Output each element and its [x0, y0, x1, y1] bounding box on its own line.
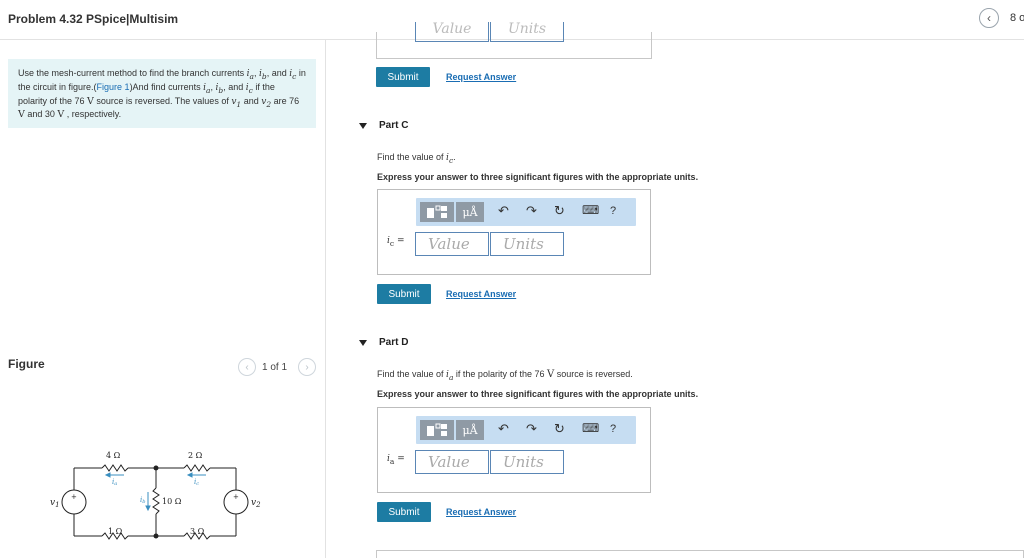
figure-link[interactable]: Figure 1	[97, 82, 130, 92]
templates-button[interactable]	[420, 420, 454, 440]
chevron-left-icon: ‹	[245, 361, 249, 373]
part-c-answer-box: μÅ ↶ ↷ ↻ ⌨ ? ic = Value Units	[377, 189, 651, 275]
part-d-units-input[interactable]: Units	[490, 450, 564, 474]
var-v2: v2	[261, 96, 272, 109]
label-v2: v2	[251, 498, 261, 509]
part-d-request-answer-link[interactable]: Request Answer	[446, 507, 516, 517]
redo-icon[interactable]: ↷	[526, 203, 537, 219]
part-c-question: Find the value of ic.	[377, 152, 456, 165]
page-title: Problem 4.32 PSpice|Multisim	[8, 12, 179, 26]
part-b-submit-button[interactable]: Submit	[376, 67, 430, 87]
part-c-submit-button[interactable]: Submit	[377, 284, 431, 304]
unit-volt: V	[87, 95, 94, 107]
left-panel: Use the mesh-current method to find the …	[0, 40, 326, 558]
part-c-request-answer-link[interactable]: Request Answer	[446, 289, 516, 299]
units-button[interactable]: μÅ	[456, 420, 484, 440]
problem-text: , respectively.	[64, 109, 122, 120]
part-b-request-answer-link[interactable]: Request Answer	[446, 72, 516, 82]
part-d-math-toolbar: μÅ ↶ ↷ ↻ ⌨ ?	[416, 416, 636, 444]
part-d-collapse-caret[interactable]	[359, 340, 367, 346]
help-icon[interactable]: ?	[610, 205, 616, 217]
unit-volt: V	[18, 109, 25, 121]
help-icon[interactable]: ?	[610, 423, 616, 435]
nav-prev-button[interactable]: ‹	[979, 8, 999, 28]
problem-text: Use the mesh-current method to find the …	[18, 68, 247, 78]
part-d-label: Part D	[379, 337, 409, 348]
templates-button[interactable]	[420, 202, 454, 222]
part-b-answer-box: Value Units	[376, 22, 652, 59]
polarity-v2: +	[233, 493, 239, 501]
templates-icon	[427, 205, 447, 218]
var-ic: ic	[245, 82, 253, 95]
templates-icon	[427, 423, 447, 436]
figure-next-button[interactable]: ›	[298, 358, 316, 376]
chevron-right-icon: ›	[305, 361, 309, 373]
label-ia: ia	[112, 478, 117, 487]
undo-icon[interactable]: ↶	[498, 203, 509, 219]
chevron-left-icon: ‹	[987, 11, 991, 25]
var-v1: v1	[231, 96, 242, 109]
reset-icon[interactable]: ↻	[554, 421, 565, 437]
part-b-value-input[interactable]: Value	[415, 22, 489, 42]
label-r5: 3 Ω	[190, 527, 205, 536]
label-ic: ic	[194, 478, 199, 487]
var-ib: ib	[259, 69, 267, 81]
right-panel: Value Units Submit Request Answer Part C…	[326, 22, 1024, 558]
problem-text: source is reversed. The values of	[93, 95, 232, 106]
keyboard-icon[interactable]: ⌨	[582, 203, 599, 217]
part-c-instruction: Express your answer to three significant…	[377, 172, 699, 182]
part-d-question: Find the value of ia if the polarity of …	[377, 369, 633, 382]
resistor-r3	[152, 487, 160, 515]
undo-icon[interactable]: ↶	[498, 421, 509, 437]
redo-icon[interactable]: ↷	[526, 421, 537, 437]
problem-text: , and	[223, 81, 246, 92]
label-r3: 10 Ω	[162, 497, 182, 506]
part-c-units-input[interactable]: Units	[490, 232, 564, 256]
part-c-value-input[interactable]: Value	[415, 232, 489, 256]
problem-counter: 8 of	[1010, 12, 1024, 24]
part-d-answer-box: μÅ ↶ ↷ ↻ ⌨ ? ia = Value Units	[377, 407, 651, 493]
label-ib: ib	[140, 496, 145, 505]
figure-counter: 1 of 1	[262, 362, 288, 373]
part-c-answer-label: ic =	[387, 236, 405, 248]
problem-text: are 76	[271, 95, 300, 106]
var-ia: ia	[246, 69, 254, 81]
label-r1: 4 Ω	[106, 451, 121, 460]
part-d-answer-label: ia =	[387, 454, 405, 466]
keyboard-icon[interactable]: ⌨	[582, 421, 599, 435]
label-r2: 2 Ω	[188, 451, 203, 460]
part-d-submit-button[interactable]: Submit	[377, 502, 431, 522]
part-c-collapse-caret[interactable]	[359, 123, 367, 129]
problem-text: )And find currents	[129, 81, 204, 92]
figure-heading: Figure	[8, 357, 45, 371]
figure-prev-button[interactable]: ‹	[238, 358, 256, 376]
part-d-instruction: Express your answer to three significant…	[377, 389, 699, 399]
resistor-r1	[101, 464, 129, 472]
part-e-box-cutoff	[376, 550, 1024, 558]
part-c-label: Part C	[379, 120, 409, 131]
problem-text: and	[241, 95, 262, 106]
part-d-value-input[interactable]: Value	[415, 450, 489, 474]
problem-text: , and	[266, 68, 290, 78]
part-c-math-toolbar: μÅ ↶ ↷ ↻ ⌨ ?	[416, 198, 636, 226]
label-v1: v1	[50, 498, 60, 509]
circuit-diagram: 4 Ω 2 Ω 10 Ω 1 Ω 3 Ω + + v1 v2 ia ic ib	[50, 451, 261, 540]
part-b-units-input[interactable]: Units	[490, 22, 564, 42]
reset-icon[interactable]: ↻	[554, 203, 565, 219]
label-r4: 1 Ω	[108, 527, 123, 536]
polarity-v1: +	[71, 493, 77, 501]
units-button[interactable]: μÅ	[456, 202, 484, 222]
problem-text: and 30	[24, 109, 58, 120]
resistor-r2	[183, 464, 211, 472]
problem-statement: Use the mesh-current method to find the …	[8, 59, 316, 128]
